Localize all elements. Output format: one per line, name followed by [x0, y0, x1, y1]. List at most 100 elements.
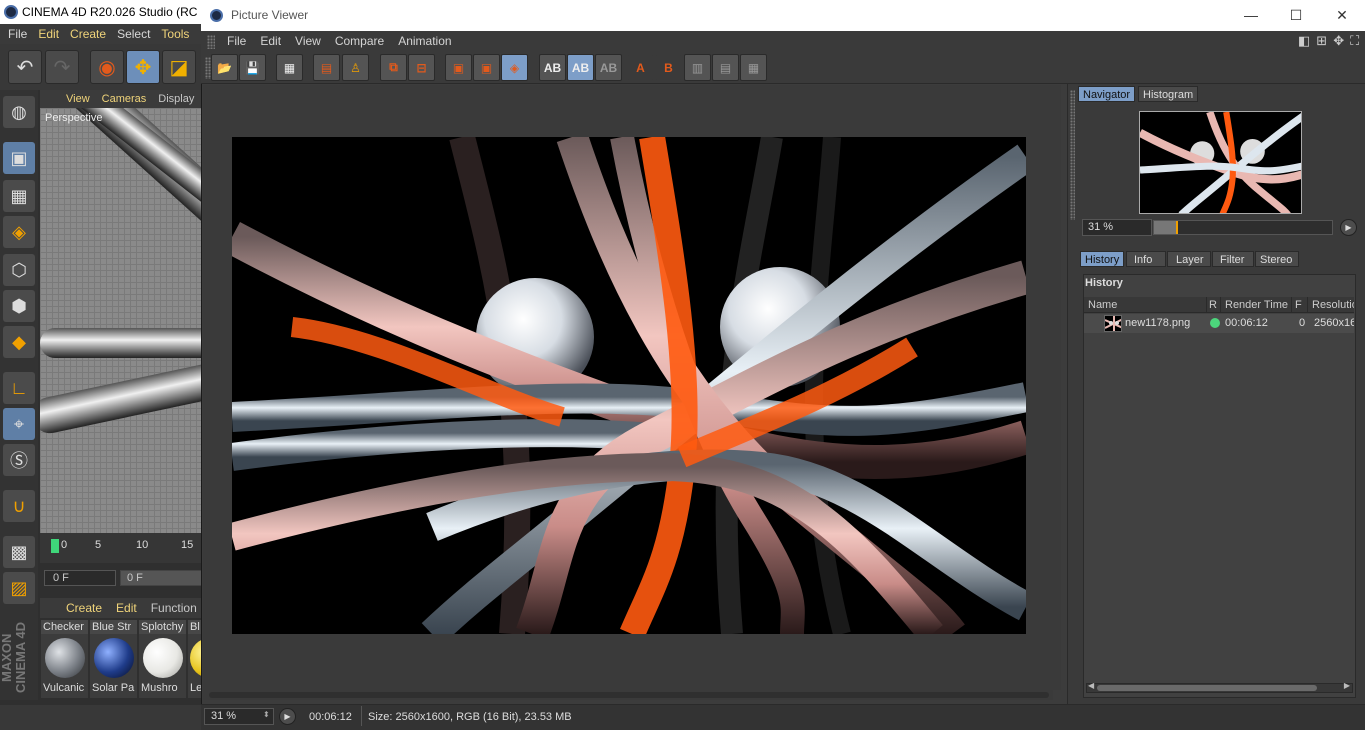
navigator-zoom-slider[interactable] — [1153, 220, 1333, 235]
viewport-view-menu[interactable]: View — [66, 90, 90, 108]
polygons-mode-icon[interactable]: ◆ — [3, 326, 35, 358]
menu-create[interactable]: Create — [70, 24, 106, 44]
column-render-time[interactable]: Render Time — [1225, 299, 1288, 311]
status-play-icon[interactable]: ▶ — [279, 708, 296, 725]
render-to-pv-icon[interactable]: ▣ — [473, 54, 500, 81]
redo-icon[interactable]: ↷ — [45, 50, 79, 84]
clear-history-icon[interactable]: ⊟ — [408, 54, 435, 81]
tab-info[interactable]: Info — [1126, 251, 1166, 267]
menu-grip-handle[interactable] — [207, 35, 215, 49]
open-file-icon[interactable]: 📂 — [211, 54, 238, 81]
workplane-icon[interactable]: ◈ — [3, 216, 35, 248]
lock-workplane-icon[interactable]: ▩ — [3, 536, 35, 568]
zoom-stepper-icon[interactable]: ⬍ — [263, 710, 270, 719]
c4d-title: CINEMA 4D R20.026 Studio (RC - R — [22, 5, 205, 19]
close-button[interactable]: ✕ — [1319, 0, 1365, 31]
pv-menu-compare[interactable]: Compare — [335, 31, 384, 52]
maximize-button[interactable]: ☐ — [1273, 0, 1319, 31]
team-render-icon[interactable]: ◈ — [501, 54, 528, 81]
layout-icon[interactable]: ◧ — [1298, 33, 1310, 49]
render-region-icon[interactable]: ▦ — [276, 54, 303, 81]
pv-menu-animation[interactable]: Animation — [398, 31, 451, 52]
move-panel-icon[interactable]: ✥ — [1333, 33, 1344, 49]
scroll-left-icon[interactable]: ◀ — [1088, 681, 1094, 690]
panel-grip-handle[interactable] — [1070, 90, 1075, 220]
navigator-play-icon[interactable]: ▶ — [1340, 219, 1357, 236]
row-render-time: 00:06:12 — [1225, 317, 1268, 329]
navigator-thumbnail[interactable] — [1139, 111, 1302, 214]
tweak-mode-icon[interactable]: ⌖ — [3, 408, 35, 440]
edges-mode-icon[interactable]: ⬢ — [3, 290, 35, 322]
tab-history[interactable]: History — [1080, 251, 1125, 267]
material-edit-menu[interactable]: Edit — [116, 598, 137, 618]
render-queue-icon[interactable]: ♙ — [342, 54, 369, 81]
menu-file[interactable]: File — [8, 24, 27, 44]
minimize-button[interactable]: — — [1228, 0, 1274, 31]
picture-viewer-toolbar — [201, 52, 1365, 84]
pv-menu-file[interactable]: File — [227, 31, 246, 52]
swap-ab-icon[interactable]: ▥ — [684, 54, 711, 81]
perspective-viewport[interactable] — [40, 108, 205, 533]
set-b-icon[interactable]: B — [655, 54, 682, 81]
undo-icon[interactable]: ↶ — [8, 50, 42, 84]
navigator-zoom-field[interactable]: 31 % — [1082, 219, 1152, 236]
tab-histogram[interactable]: Histogram — [1138, 86, 1199, 102]
axis-mode-icon[interactable]: ∟ — [3, 372, 35, 404]
new-panel-icon[interactable]: ⊞ — [1316, 33, 1327, 49]
column-resolution[interactable]: Resolution — [1312, 299, 1354, 311]
viewport-cameras-menu[interactable]: Cameras — [102, 90, 147, 108]
material-swatch[interactable]: Splotchy Mushro — [139, 620, 186, 698]
status-divider — [361, 706, 362, 726]
image-thumbnail-icon — [1104, 315, 1122, 332]
menu-tools[interactable]: Tools — [161, 24, 189, 44]
menu-select[interactable]: Select — [117, 24, 150, 44]
history-horizontal-scrollbar[interactable]: ◀ ▶ — [1086, 681, 1353, 693]
material-create-menu[interactable]: Create — [66, 598, 102, 618]
set-a-icon[interactable]: A — [627, 54, 654, 81]
column-r[interactable]: R — [1209, 299, 1217, 311]
viewport-display-menu[interactable]: Display — [158, 90, 194, 108]
compare-diff-icon[interactable]: AB — [595, 54, 622, 81]
scroll-right-icon[interactable]: ▶ — [1344, 681, 1350, 690]
zoom-slider-knob[interactable] — [1176, 221, 1178, 234]
pv-menu-view[interactable]: View — [295, 31, 321, 52]
fullscreen-icon[interactable]: ⛶ — [1350, 33, 1359, 49]
magnet-icon[interactable]: ∪ — [3, 490, 35, 522]
move-icon[interactable]: ✥ — [126, 50, 160, 84]
frame-field[interactable]: 0 F — [44, 570, 116, 586]
save-image-icon[interactable]: 💾 — [239, 54, 266, 81]
canvas-horizontal-scrollbar[interactable] — [203, 690, 1053, 700]
material-swatch[interactable]: Checker Vulcanic — [41, 620, 88, 698]
scale-icon[interactable]: ◪ — [162, 50, 196, 84]
menu-edit[interactable]: Edit — [38, 24, 59, 44]
timeline[interactable]: 0 5 10 15 — [40, 533, 205, 563]
material-swatch[interactable]: Blue Str Solar Pa — [90, 620, 137, 698]
tab-navigator[interactable]: Navigator — [1078, 86, 1136, 102]
points-mode-icon[interactable]: ⬡ — [3, 254, 35, 286]
compare-split-icon[interactable]: AB — [567, 54, 594, 81]
scrollbar-thumb[interactable] — [209, 692, 1049, 698]
material-function-menu[interactable]: Function — [151, 598, 197, 618]
texture-mode-icon[interactable]: ▦ — [3, 180, 35, 212]
tab-layer[interactable]: Layer — [1167, 251, 1211, 267]
stop-render-icon[interactable]: ▣ — [445, 54, 472, 81]
tab-stereo[interactable]: Stereo — [1255, 251, 1299, 267]
compare-vertical-icon[interactable]: ▤ — [712, 54, 739, 81]
copy-image-icon[interactable]: ⧉ — [380, 54, 407, 81]
snap-icon[interactable]: Ⓢ — [3, 444, 35, 476]
scrollbar-thumb[interactable] — [1097, 685, 1317, 691]
column-f[interactable]: F — [1295, 299, 1302, 311]
current-frame-marker[interactable] — [51, 539, 59, 553]
live-selection-icon[interactable]: ◉ — [90, 50, 124, 84]
render-view-icon[interactable]: ▤ — [313, 54, 340, 81]
tab-filter[interactable]: Filter — [1212, 251, 1254, 267]
planar-workplane-icon[interactable]: ▨ — [3, 572, 35, 604]
frame-slider-field[interactable]: 0 F — [120, 570, 205, 586]
compare-horizontal-icon[interactable]: ▦ — [740, 54, 767, 81]
compare-ab-icon[interactable]: AB — [539, 54, 566, 81]
rendered-image[interactable] — [232, 137, 1026, 634]
model-mode-icon[interactable]: ▣ — [3, 142, 35, 174]
pv-menu-edit[interactable]: Edit — [260, 31, 281, 52]
column-name[interactable]: Name — [1088, 299, 1117, 311]
workplane-globe-icon[interactable]: ◍ — [3, 96, 35, 128]
